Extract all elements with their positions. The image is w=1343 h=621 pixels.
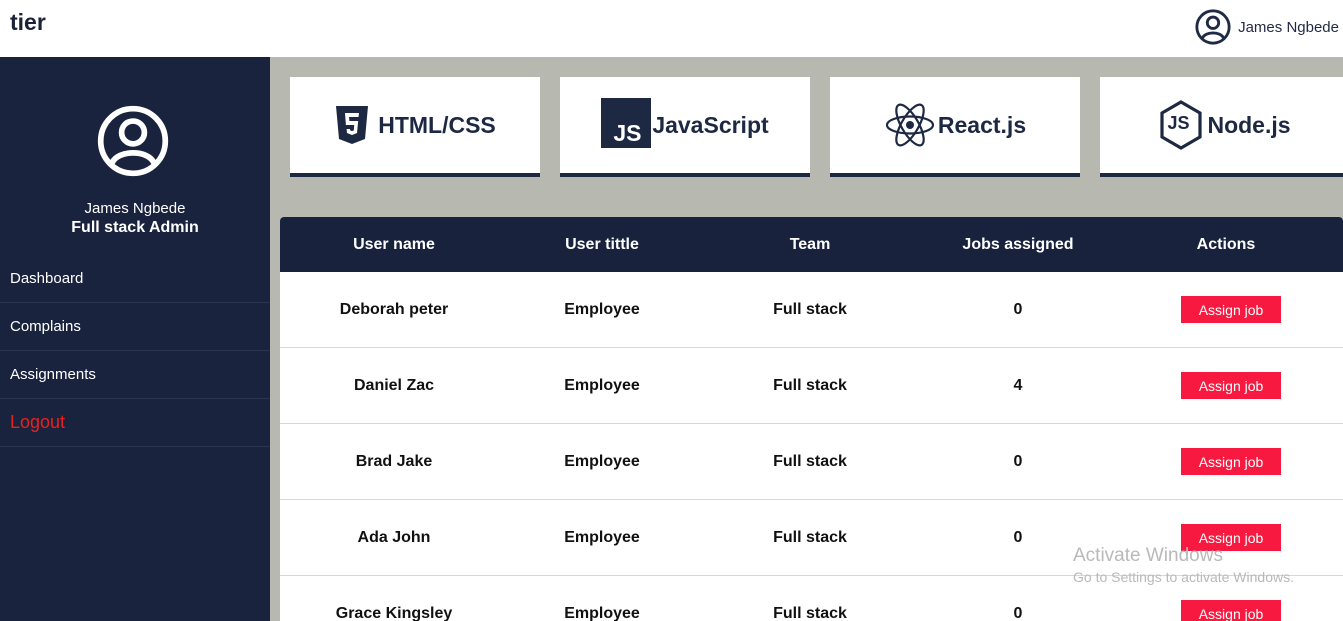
js-icon: JS — [601, 98, 652, 148]
user-avatar-icon — [1195, 9, 1231, 45]
sidebar-nav: Dashboard Complains Assignments Logout — [0, 255, 270, 447]
card-label-javascript: JavaScript — [652, 111, 769, 138]
profile-avatar-icon — [97, 105, 169, 177]
cell-jobs: 4 — [1013, 376, 1023, 394]
cell-team: Full stack — [773, 604, 847, 621]
js-icon-text: JS — [613, 120, 642, 146]
cell-username: Grace Kingsley — [335, 604, 453, 621]
cell-actions: Assign job — [1112, 424, 1340, 499]
card-react[interactable]: React.js — [830, 77, 1080, 177]
table-header: User name User tittle Team Jobs assigned… — [280, 217, 1343, 272]
header-user-menu[interactable]: James Ngbede — [1194, 8, 1339, 46]
col-header-team: Team — [789, 235, 831, 253]
card-label-html-css: HTML/CSS — [378, 111, 496, 138]
header-user-name: James Ngbede — [1238, 18, 1339, 36]
nodejs-icon: JS — [1159, 100, 1203, 150]
brand-logo[interactable]: tier — [10, 9, 46, 36]
sidebar: James Ngbede Full stack Admin Dashboard … — [0, 57, 270, 621]
cell-actions: Assign job — [1112, 348, 1340, 423]
col-header-actions: Actions — [1196, 235, 1256, 253]
watermark-subtitle: Go to Settings to activate Windows. — [1073, 569, 1294, 585]
activate-windows-watermark: Activate Windows Go to Settings to activ… — [1073, 545, 1294, 585]
cell-usertitle: Employee — [564, 452, 640, 470]
cell-username: Deborah peter — [339, 300, 449, 318]
cell-usertitle: Employee — [564, 604, 640, 621]
table-row: Deborah peter Employee Full stack 0 Assi… — [280, 272, 1343, 348]
sidebar-item-complains[interactable]: Complains — [0, 303, 270, 351]
react-icon — [885, 103, 934, 147]
watermark-title: Activate Windows — [1073, 545, 1223, 566]
assign-job-button[interactable]: Assign job — [1181, 296, 1281, 323]
cell-team: Full stack — [773, 376, 847, 394]
table-row: Daniel Zac Employee Full stack 4 Assign … — [280, 348, 1343, 424]
cell-username: Daniel Zac — [353, 376, 435, 394]
assign-job-button[interactable]: Assign job — [1181, 372, 1281, 399]
cell-jobs: 0 — [1013, 300, 1023, 318]
assign-job-button[interactable]: Assign job — [1181, 600, 1281, 621]
card-label-react: React.js — [937, 111, 1027, 138]
cell-usertitle: Employee — [564, 300, 640, 318]
html5-icon — [336, 106, 369, 144]
card-javascript[interactable]: JS JavaScript — [560, 77, 810, 177]
cell-team: Full stack — [773, 452, 847, 470]
sidebar-item-logout[interactable]: Logout — [0, 399, 270, 447]
assign-job-button[interactable]: Assign job — [1181, 448, 1281, 475]
cell-jobs: 0 — [1013, 452, 1023, 470]
card-nodejs[interactable]: JS Node.js — [1100, 77, 1343, 177]
cell-team: Full stack — [773, 300, 847, 318]
profile-name: James Ngbede — [84, 200, 186, 217]
cell-username: Brad Jake — [355, 452, 433, 470]
cell-username: Ada John — [357, 528, 431, 546]
cell-usertitle: Employee — [564, 376, 640, 394]
table-row: Brad Jake Employee Full stack 0 Assign j… — [280, 424, 1343, 500]
profile-role: Full stack Admin — [71, 219, 199, 236]
cell-actions: Assign job — [1112, 272, 1340, 347]
col-header-username: User name — [353, 235, 435, 253]
sidebar-item-assignments[interactable]: Assignments — [0, 351, 270, 399]
col-header-usertitle: User tittle — [565, 235, 639, 253]
sidebar-item-dashboard[interactable]: Dashboard — [0, 255, 270, 303]
cell-usertitle: Employee — [564, 528, 640, 546]
top-bar: tier James Ngbede — [0, 0, 1343, 57]
col-header-jobs: Jobs assigned — [962, 235, 1074, 253]
card-html-css[interactable]: HTML/CSS — [290, 77, 540, 177]
nodejs-icon-text: JS — [1167, 113, 1190, 133]
cell-team: Full stack — [773, 528, 847, 546]
card-label-nodejs: Node.js — [1207, 111, 1291, 138]
main-content: HTML/CSS JS JavaScript React.js JS Node.… — [270, 57, 1343, 621]
